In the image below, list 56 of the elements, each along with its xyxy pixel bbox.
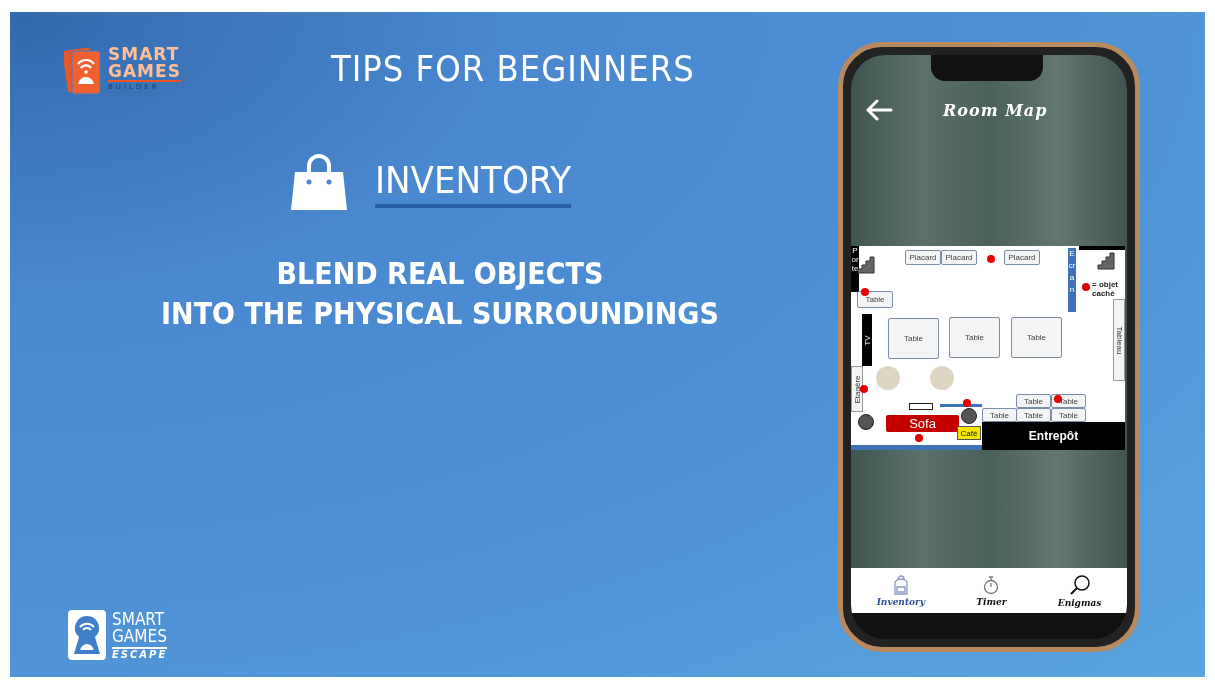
shelf-label: Etagère: [851, 366, 863, 412]
nav-tab[interactable]: Enigmas: [1057, 573, 1102, 608]
nav-tab[interactable]: Inventory: [876, 574, 926, 607]
shopping-bag-icon: [288, 154, 349, 212]
placard-box: Placard: [941, 250, 977, 265]
sofa-box: Sofa: [886, 415, 959, 432]
legend-text: = objet caché: [1092, 280, 1119, 298]
placard-box: Placard: [1004, 250, 1040, 265]
door-label: Porte: [851, 246, 859, 292]
table-box: Table: [888, 318, 939, 359]
slide-title: TIPS FOR BEGINNERS: [330, 47, 695, 89]
cards-logo-icon: [64, 46, 102, 96]
hidden-object-dot: [987, 255, 995, 263]
nav-tab[interactable]: Timer: [976, 574, 1007, 607]
storage-area: Entrepôt: [982, 422, 1125, 450]
table-box: Table: [1011, 317, 1062, 358]
keyhole-logo-icon: [68, 610, 106, 660]
logo-text: GAMES: [112, 627, 168, 645]
door-bar: [1079, 246, 1125, 250]
tv-label: TV: [862, 314, 872, 366]
armchair-circle: [876, 366, 900, 390]
stopwatch-icon: [983, 574, 1000, 595]
placard-box: Placard: [905, 250, 941, 265]
logo-text: SMART: [112, 610, 166, 628]
table-box: Table: [982, 408, 1017, 422]
table-box: Table: [1016, 408, 1051, 422]
stairs-icon: [1096, 251, 1116, 271]
hidden-object-dot: [963, 399, 971, 407]
cafe-box: Café: [957, 426, 981, 440]
hidden-object-dot: [915, 434, 923, 442]
hidden-object-dot: [1082, 283, 1090, 291]
section-heading: INVENTORY: [374, 158, 572, 208]
stool-circle: [961, 408, 977, 424]
table-box: Table: [857, 291, 893, 308]
tip-text: BLEND REAL OBJECTS: [275, 255, 605, 293]
screen-label: Ecran: [1068, 248, 1076, 312]
armchair-circle: [930, 366, 954, 390]
table-box: Table: [1016, 394, 1051, 408]
logo-text: ESCAPE: [112, 646, 168, 660]
tip-text: INTO THE PHYSICAL SURROUNDINGS: [161, 295, 719, 333]
bench-icon: [909, 403, 933, 410]
back-arrow-icon[interactable]: [865, 99, 893, 121]
screen-title: Room Map: [943, 100, 1048, 120]
painting-label: Tableau: [1113, 299, 1125, 381]
hidden-object-dot: [1054, 395, 1062, 403]
search-icon: [1068, 573, 1091, 596]
table-box: Table: [1051, 408, 1086, 422]
hidden-object-dot: [861, 288, 869, 296]
logo-text: SMART: [108, 46, 181, 63]
table-box: Table: [1051, 394, 1086, 408]
window-bar: [940, 404, 982, 407]
backpack-icon: [892, 574, 909, 595]
hidden-object-dot: [860, 385, 868, 393]
stool-circle: [858, 414, 874, 430]
logo-text: GAMES: [108, 63, 181, 82]
table-box: Table: [949, 317, 1000, 358]
